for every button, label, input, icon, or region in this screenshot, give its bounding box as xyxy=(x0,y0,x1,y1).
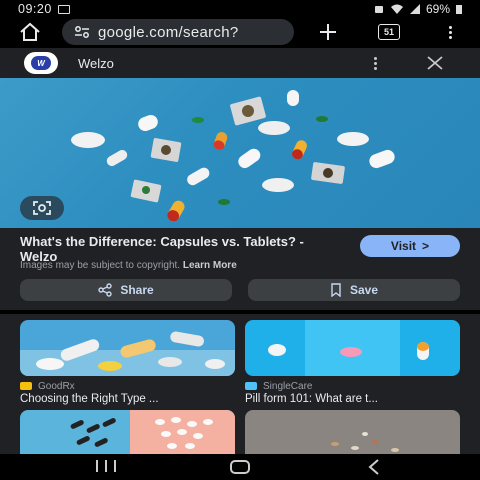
url-bar[interactable]: google.com/search? xyxy=(62,19,294,45)
blister-pack xyxy=(150,138,182,162)
related-card-title[interactable]: Choosing the Right Type ... xyxy=(20,393,235,405)
share-icon xyxy=(98,283,113,297)
back-icon[interactable] xyxy=(366,458,382,476)
status-time: 09:20 xyxy=(18,2,52,16)
home-icon xyxy=(20,22,40,41)
battery-icon xyxy=(456,4,462,14)
copyright-text: Images may be subject to copyright. xyxy=(20,260,181,271)
bookmark-icon xyxy=(331,283,341,297)
url-text[interactable]: google.com/search? xyxy=(98,24,238,41)
related-card-title[interactable]: Pill form 101: What are t... xyxy=(245,393,460,405)
source-logo[interactable]: W xyxy=(24,52,58,74)
related-source-name: SingleCare xyxy=(263,380,313,392)
welzo-logo-icon: W xyxy=(31,56,51,70)
related-card-source: SingleCare xyxy=(245,380,460,392)
singlecare-icon xyxy=(245,382,257,390)
chevron-right-icon: > xyxy=(422,239,430,253)
related-card-image[interactable] xyxy=(245,410,460,454)
learn-more-link[interactable]: Learn More xyxy=(183,260,237,271)
plus-icon xyxy=(320,24,336,40)
small-pill xyxy=(316,116,328,122)
related-card[interactable] xyxy=(20,410,235,454)
save-label: Save xyxy=(349,283,379,297)
result-image[interactable] xyxy=(0,78,480,228)
result-details: What's the Difference: Capsules vs. Tabl… xyxy=(0,228,480,310)
tablet xyxy=(238,148,261,169)
capsule xyxy=(213,132,228,150)
tablet xyxy=(71,132,105,148)
image-notification-icon xyxy=(57,4,70,14)
share-label: Share xyxy=(120,283,154,297)
capsule xyxy=(292,140,307,160)
save-button[interactable]: Save xyxy=(248,279,460,301)
home-button[interactable] xyxy=(16,18,44,46)
visit-button[interactable]: Visit > xyxy=(360,235,460,257)
source-header: W Welzo xyxy=(0,48,480,78)
tablet xyxy=(138,114,158,132)
small-pill xyxy=(218,199,230,205)
alarm-icon xyxy=(374,6,383,13)
source-name[interactable]: Welzo xyxy=(78,56,114,71)
tablet xyxy=(262,178,294,192)
tablet xyxy=(337,132,369,146)
battery-percent: 69% xyxy=(425,2,450,16)
share-button[interactable]: Share xyxy=(20,279,232,301)
wifi-icon xyxy=(390,4,403,14)
signal-icon xyxy=(409,4,420,14)
status-bar: 09:20 69% xyxy=(0,0,480,18)
browser-toolbar: google.com/search? 51 xyxy=(0,18,480,46)
visit-label: Visit xyxy=(390,239,417,253)
small-pill xyxy=(192,117,204,123)
related-card-image[interactable] xyxy=(20,320,235,376)
related-results-grid: GoodRx Choosing the Right Type ... Singl… xyxy=(0,314,480,454)
goodrx-icon xyxy=(20,382,32,390)
lens-icon xyxy=(33,201,51,215)
browser-menu-icon[interactable] xyxy=(440,18,460,46)
more-options-icon[interactable] xyxy=(370,55,380,71)
related-card-image[interactable] xyxy=(245,320,460,376)
nav-home-icon[interactable] xyxy=(230,460,250,474)
new-tab-button[interactable] xyxy=(314,18,342,46)
blister-pack xyxy=(230,96,266,126)
capsule xyxy=(167,200,185,222)
related-card[interactable] xyxy=(245,410,460,454)
tablet xyxy=(369,149,395,169)
tablet xyxy=(258,121,290,135)
copyright-notice: Images may be subject to copyright. Lear… xyxy=(20,260,237,271)
recents-icon[interactable] xyxy=(96,460,116,474)
tablet xyxy=(106,150,128,166)
related-source-name: GoodRx xyxy=(38,380,75,392)
pills-image xyxy=(71,90,395,222)
related-card[interactable]: SingleCare Pill form 101: What are t... xyxy=(245,320,460,405)
related-card[interactable]: GoodRx Choosing the Right Type ... xyxy=(20,320,235,405)
system-nav-bar xyxy=(0,454,480,480)
google-lens-button[interactable] xyxy=(20,196,64,220)
related-card-image[interactable] xyxy=(20,410,235,454)
tablet xyxy=(287,90,299,106)
close-icon[interactable] xyxy=(426,55,444,71)
related-card-source: GoodRx xyxy=(20,380,235,392)
tab-switcher-button[interactable]: 51 xyxy=(378,24,400,40)
status-right: 69% xyxy=(374,2,462,16)
blister-pack xyxy=(130,179,162,203)
tablet xyxy=(187,167,210,186)
blister-pack xyxy=(311,162,345,184)
site-settings-icon[interactable] xyxy=(74,25,90,39)
